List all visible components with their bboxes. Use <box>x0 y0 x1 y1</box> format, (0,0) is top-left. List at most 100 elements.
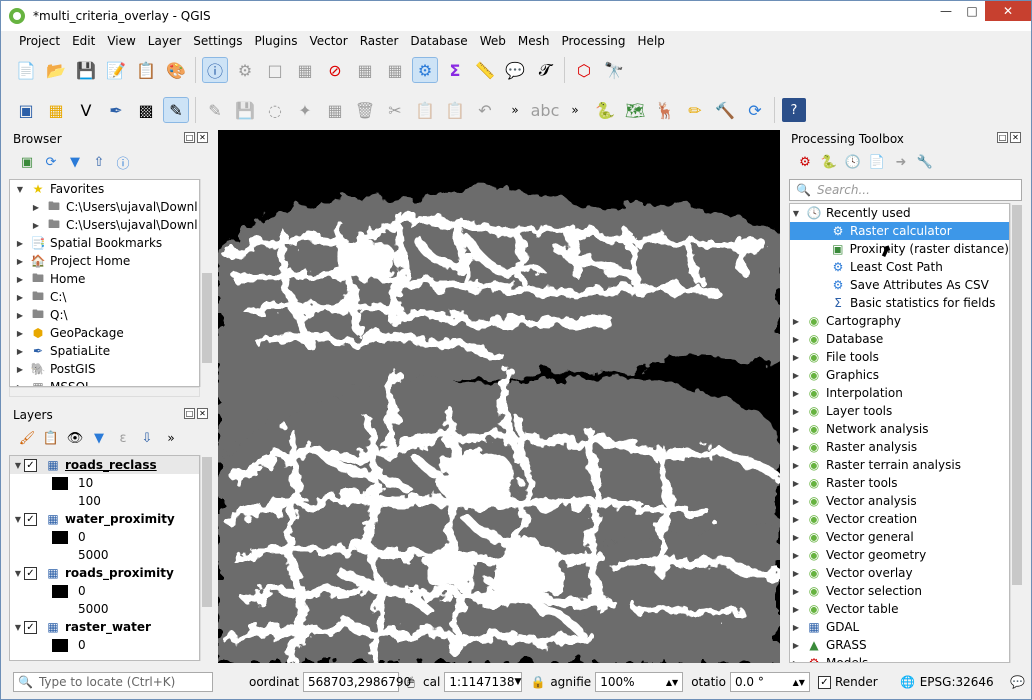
menu-raster[interactable]: Raster <box>354 34 405 48</box>
toolbox-group[interactable]: ▶ ◉ Vector overlay <box>790 564 1009 582</box>
cut-features-icon[interactable]: ✂ <box>383 98 407 122</box>
toolbox-group[interactable]: ▶ ◉ Graphics <box>790 366 1009 384</box>
new-project-icon[interactable]: 📄 <box>14 58 38 82</box>
chevron-right-icon[interactable]: ▶ <box>790 443 802 452</box>
filter-icon[interactable]: ▼ <box>65 152 85 172</box>
layer-visibility-checkbox[interactable]: ✓ <box>24 620 37 634</box>
new-virtual-layer-icon[interactable]: ▩ <box>134 98 158 122</box>
add-layers-icon[interactable]: ▣ <box>17 152 37 172</box>
chevron-right-icon[interactable]: ▶ <box>790 425 802 434</box>
browser-hscrollbar[interactable] <box>9 387 200 397</box>
magnifier-spinbox[interactable]: 100% ▲▼ <box>595 672 684 692</box>
chevron-right-icon[interactable]: ▶ <box>790 353 802 362</box>
new-spatialite-layer-icon[interactable]: ✒ <box>104 98 128 122</box>
menu-plugins[interactable]: Plugins <box>248 34 303 48</box>
toolbox-group[interactable]: ▶ ◉ Vector table <box>790 600 1009 618</box>
save-project-icon[interactable]: 💾 <box>74 58 98 82</box>
menu-mesh[interactable]: Mesh <box>512 34 556 48</box>
layer-item[interactable]: ▼ ✓ ▦ water_proximity <box>10 510 199 528</box>
more-tools-chevron-icon[interactable]: » <box>503 98 527 122</box>
close-panel-icon[interactable]: ✕ <box>1010 132 1021 143</box>
toolbox-provider[interactable]: ▶ ▦ GDAL <box>790 618 1009 636</box>
lock-icon[interactable]: 🔒 <box>530 674 546 690</box>
chevron-right-icon[interactable]: ▶ <box>790 479 802 488</box>
menu-project[interactable]: Project <box>13 34 66 48</box>
menu-database[interactable]: Database <box>404 34 473 48</box>
toolbox-provider[interactable]: ▶ ▲ GRASS <box>790 636 1009 654</box>
more-chevron-icon[interactable]: » <box>161 428 181 448</box>
chevron-right-icon[interactable]: ▶ <box>790 605 802 614</box>
menu-vector[interactable]: Vector <box>303 34 353 48</box>
layer-item[interactable]: ▼ ✓ ▦ roads_reclass <box>10 456 199 474</box>
browser-item[interactable]: ▼ ★ Favorites <box>10 180 199 198</box>
menu-web[interactable]: Web <box>474 34 512 48</box>
layer-visibility-checkbox[interactable]: ✓ <box>24 566 37 580</box>
chevron-right-icon[interactable]: ▶ <box>790 569 802 578</box>
paste-features-icon[interactable]: 📋 <box>443 98 467 122</box>
chevron-right-icon[interactable]: ▶ <box>790 659 802 663</box>
toolbox-group[interactable]: ▶ ◉ Raster terrain analysis <box>790 456 1009 474</box>
toolbox-group[interactable]: ▶ ◉ Vector geometry <box>790 546 1009 564</box>
statistical-summary-icon[interactable]: Σ <box>443 58 467 82</box>
scripts-icon[interactable]: 🐍 <box>819 152 839 172</box>
edit-in-place-icon[interactable]: ➜ <box>891 152 911 172</box>
toolbox-group[interactable]: ▶ ◉ Raster tools <box>790 474 1009 492</box>
chevron-right-icon[interactable]: ▶ <box>790 317 802 326</box>
float-panel-icon[interactable]: □ <box>184 408 195 419</box>
toolbox-provider[interactable]: ▶ ⚙ Models <box>790 654 1009 663</box>
plugin-hexagon-icon[interactable]: ⬡ <box>572 58 596 82</box>
history-icon[interactable]: 🕓 <box>843 152 863 172</box>
render-checkbox[interactable]: ✓ <box>817 675 831 689</box>
browser-item[interactable]: ▶ ✒ SpatiaLite <box>10 342 199 360</box>
save-edits-icon[interactable]: 💾 <box>233 98 257 122</box>
toolbox-group[interactable]: ▶ ◉ Vector selection <box>790 582 1009 600</box>
toolbox-scrollbar[interactable] <box>1010 203 1022 663</box>
chevron-right-icon[interactable]: ▶ <box>790 515 802 524</box>
toolbox-group[interactable]: ▶ ◉ Interpolation <box>790 384 1009 402</box>
chevron-right-icon[interactable]: ▶ <box>14 275 26 284</box>
chevron-right-icon[interactable]: ▶ <box>790 407 802 416</box>
chevron-right-icon[interactable]: ▶ <box>790 587 802 596</box>
python-console-icon[interactable]: 🐍 <box>593 98 617 122</box>
chevron-right-icon[interactable]: ▶ <box>790 641 802 650</box>
crs-label[interactable]: EPSG:32646 <box>920 675 994 689</box>
coordinate-field[interactable]: 568703,2986790 <box>303 672 411 692</box>
chevron-right-icon[interactable]: ▶ <box>14 329 26 338</box>
browser-item[interactable]: ▶ 🖿 C:\Users\ujaval\Downl <box>10 198 199 216</box>
text-annotation-icon[interactable]: 𝓣 <box>533 58 557 82</box>
label-tool-icon[interactable]: abc <box>531 98 560 122</box>
style-layer-icon[interactable]: 🖌 <box>17 428 37 448</box>
chevron-down-icon[interactable]: ▼ <box>790 209 802 218</box>
menu-view[interactable]: View <box>101 34 141 48</box>
layer-visibility-checkbox[interactable]: ✓ <box>24 458 37 472</box>
algorithm-item[interactable]: ⚙ Save Attributes As CSV <box>790 276 1009 294</box>
close-button[interactable]: ✕ <box>985 1 1031 21</box>
vertex-tool-icon[interactable]: ✦ <box>293 98 317 122</box>
chevron-right-icon[interactable]: ▶ <box>790 371 802 380</box>
pan-map-icon[interactable]: ⚙ <box>233 58 257 82</box>
browser-item[interactable]: ▶ 🖿 C:\Users\ujaval\Downl <box>10 216 199 234</box>
toolbox-group[interactable]: ▶ ◉ Network analysis <box>790 420 1009 438</box>
rotation-spinbox[interactable]: 0.0 ° ▲▼ <box>729 672 810 692</box>
help-icon[interactable]: ? <box>782 98 806 122</box>
toggle-editing-icon[interactable]: ✎ <box>203 98 227 122</box>
scale-combo[interactable]: 1:1147138 ▼ <box>444 672 523 692</box>
chevron-right-icon[interactable]: ▶ <box>14 257 26 266</box>
chevron-down-icon[interactable]: ▼ <box>14 185 26 194</box>
toolbox-group[interactable]: ▶ ◉ Layer tools <box>790 402 1009 420</box>
attribute-table-icon[interactable]: ▦ <box>353 58 377 82</box>
locator-input[interactable]: 🔍 Type to locate (Ctrl+K) <box>13 672 213 692</box>
select-features-icon[interactable]: □ <box>263 58 287 82</box>
messages-icon[interactable]: 💬 <box>1010 674 1026 690</box>
chevron-down-icon[interactable]: ▼ <box>12 515 24 524</box>
chevron-right-icon[interactable]: ▶ <box>790 623 802 632</box>
close-panel-icon[interactable]: ✕ <box>197 408 208 419</box>
toolbox-group[interactable]: ▶ ◉ Cartography <box>790 312 1009 330</box>
float-panel-icon[interactable]: □ <box>997 132 1008 143</box>
deselect-features-icon[interactable]: ⊘ <box>323 58 347 82</box>
digitize-icon[interactable]: ◌ <box>263 98 287 122</box>
maximize-button[interactable]: □ <box>959 1 985 21</box>
chevron-down-icon[interactable]: ▼ <box>12 623 24 632</box>
new-geopackage-layer-icon[interactable]: ▦ <box>44 98 68 122</box>
chevron-right-icon[interactable]: ▶ <box>14 311 26 320</box>
